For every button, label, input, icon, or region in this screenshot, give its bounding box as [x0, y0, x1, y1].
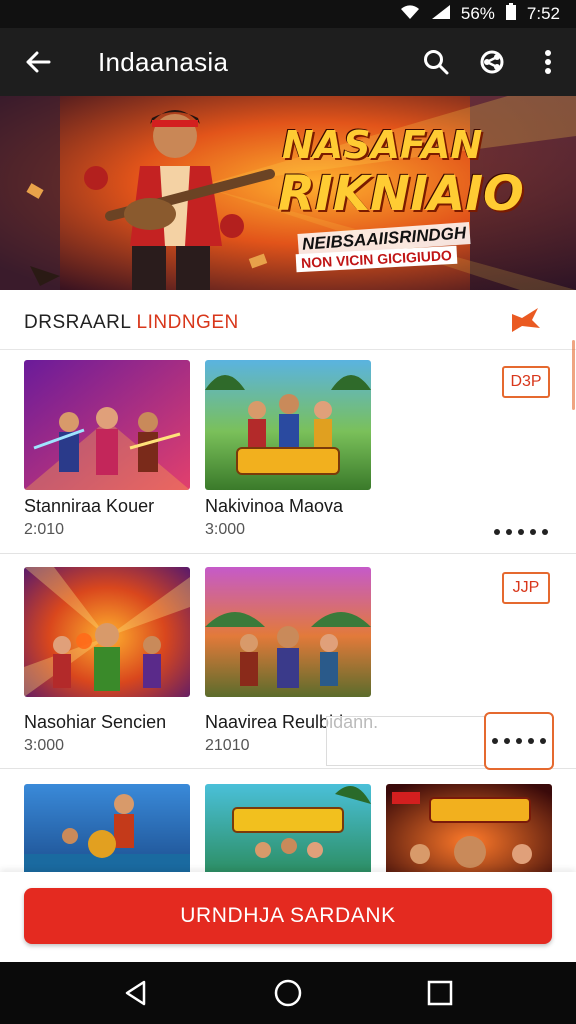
- game-thumbnail-1[interactable]: [24, 360, 190, 490]
- flag-icon[interactable]: [508, 306, 544, 334]
- share-icon: [480, 50, 504, 74]
- game-meta-3: 3:000: [24, 737, 65, 754]
- primary-action-button[interactable]: URNDHJA SARDANK: [24, 888, 552, 944]
- section-header: DRSRAARL LINDNGEN: [0, 290, 576, 350]
- game-thumbnail-6[interactable]: [205, 784, 371, 880]
- banner-title-1: NASAFAN: [282, 123, 483, 167]
- game-meta-4: 21010: [205, 737, 250, 754]
- back-button[interactable]: [0, 28, 76, 96]
- status-bar: 56% 7:52: [0, 0, 576, 28]
- signal-icon: [431, 4, 451, 25]
- section-title: DRSRAARL LINDNGEN: [24, 312, 239, 334]
- game-thumbnail-4[interactable]: [205, 567, 371, 697]
- more-options-button[interactable]: [520, 28, 576, 96]
- section-title-accent: LINDNGEN: [136, 312, 239, 333]
- search-icon: [424, 50, 449, 75]
- wifi-icon: [399, 4, 421, 25]
- cta-container: URNDHJA SARDANK: [0, 872, 576, 962]
- platform-tag-2[interactable]: JJP: [502, 572, 550, 604]
- game-meta-2: 3:000: [205, 521, 246, 538]
- overlay-field[interactable]: [326, 716, 486, 766]
- more-horiz-icon[interactable]: [494, 529, 548, 535]
- game-title-3[interactable]: Nasohiar Sencien: [24, 712, 166, 733]
- nav-back-icon: [125, 980, 146, 1006]
- battery-icon: [505, 2, 517, 26]
- back-arrow-icon: [26, 51, 51, 73]
- app-bar: Indaanasia: [0, 28, 576, 96]
- game-meta-1: 2:010: [24, 521, 65, 538]
- game-thumbnail-2[interactable]: [205, 360, 371, 490]
- nav-back-button[interactable]: [106, 962, 166, 1024]
- nav-home-button[interactable]: [258, 962, 318, 1024]
- nav-recents-icon: [427, 980, 453, 1006]
- app-title: Indaanasia: [98, 46, 229, 77]
- game-title-1[interactable]: Stanniraa Kouer: [24, 496, 154, 517]
- clock: 7:52: [526, 4, 560, 23]
- nav-recents-button[interactable]: [410, 962, 470, 1024]
- game-thumbnail-3[interactable]: [24, 567, 190, 697]
- hero-banner[interactable]: NASAFAN RIKNIAIO NEIBSAAIISRINDGH NON VI…: [0, 96, 576, 290]
- share-button[interactable]: [464, 28, 520, 96]
- game-thumbnail-5[interactable]: [24, 784, 190, 880]
- scrollbar[interactable]: [572, 340, 575, 410]
- more-options-box[interactable]: [484, 712, 554, 770]
- game-thumbnail-7[interactable]: [386, 784, 552, 880]
- battery-level: 56%: [460, 4, 495, 23]
- more-vert-icon: [545, 50, 551, 74]
- section-title-main: DRSRAARL: [24, 312, 137, 333]
- nav-home-icon: [274, 979, 302, 1007]
- system-nav-bar: [0, 962, 576, 1024]
- banner-title-2: RIKNIAIO: [278, 166, 524, 222]
- game-title-2[interactable]: Nakivinoa Maova: [205, 496, 343, 517]
- more-horiz-icon: [492, 738, 546, 744]
- platform-tag-1[interactable]: D3P: [502, 366, 550, 398]
- search-button[interactable]: [408, 28, 464, 96]
